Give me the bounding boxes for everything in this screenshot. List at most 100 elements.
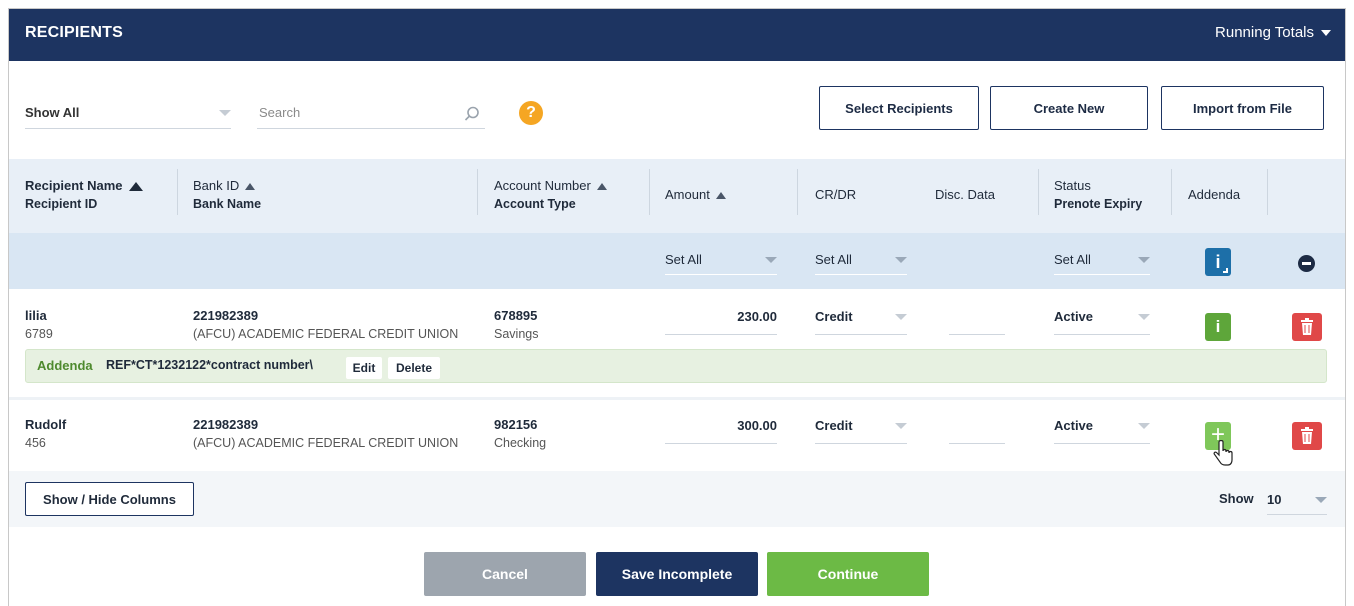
search-icon[interactable]: [463, 105, 481, 123]
column-account[interactable]: Account Number Account Type: [494, 177, 607, 213]
running-totals-label: Running Totals: [1215, 24, 1314, 41]
info-icon: i: [1215, 317, 1221, 336]
crdr-select[interactable]: Credit: [815, 307, 907, 335]
select-recipients-button[interactable]: Select Recipients: [819, 86, 979, 130]
addenda-entry: Addenda REF*CT*1232122*contract number\ …: [25, 349, 1327, 383]
recipients-panel: RECIPIENTS Running Totals Show All ? Sel…: [8, 8, 1346, 606]
amount-input[interactable]: 230.00: [665, 307, 777, 335]
recipient-cell: Rudolf 456: [25, 416, 66, 452]
account-cell: 982156 Checking: [494, 416, 546, 452]
table-row: lilia 6789 221982389 (AFCU) ACADEMIC FED…: [9, 289, 1345, 349]
table-row: Rudolf 456 221982389 (AFCU) ACADEMIC FED…: [9, 400, 1345, 470]
chevron-down-icon: [219, 109, 231, 116]
sort-icon: [715, 191, 726, 199]
import-from-file-button[interactable]: Import from File: [1161, 86, 1324, 130]
chevron-down-icon: [895, 256, 907, 263]
amount-set-all-value: Set All: [665, 252, 702, 267]
account-number: 678895: [494, 308, 538, 323]
sort-icon: [596, 182, 607, 190]
column-recipient-label: Recipient Name: [25, 178, 123, 193]
crdr-value: Credit: [815, 418, 853, 433]
column-crdr[interactable]: CR/DR: [815, 186, 856, 204]
addenda-info-button[interactable]: i: [1205, 313, 1231, 341]
recipient-cell: lilia 6789: [25, 307, 53, 343]
column-account-label: Account Number: [494, 178, 591, 193]
bank-id: 221982389: [193, 417, 259, 432]
status-select[interactable]: Active: [1054, 307, 1150, 335]
show-filter-select[interactable]: Show All: [25, 97, 231, 129]
info-icon: i: [1215, 252, 1221, 272]
set-all-row: Set All Set All Set All i: [9, 233, 1345, 289]
status-select[interactable]: Active: [1054, 416, 1150, 444]
disc-data-input[interactable]: [949, 416, 1005, 444]
column-divider: [1038, 169, 1039, 215]
column-addenda-label: Addenda: [1188, 187, 1241, 202]
column-amount[interactable]: Amount: [665, 186, 726, 204]
sort-asc-icon: [128, 181, 143, 191]
trash-icon: [1301, 318, 1313, 335]
chevron-down-icon: [1138, 423, 1150, 429]
column-status-sublabel: Prenote Expiry: [1054, 197, 1143, 211]
page-size-select[interactable]: 10: [1267, 485, 1327, 515]
column-bank-label: Bank ID: [193, 178, 240, 193]
chevron-down-icon: [1138, 314, 1150, 320]
column-disc: Disc. Data: [935, 186, 995, 204]
column-recipient[interactable]: Recipient Name Recipient ID: [25, 177, 143, 213]
column-divider: [477, 169, 478, 215]
disc-data-input[interactable]: [949, 307, 1005, 335]
column-recipient-sublabel: Recipient ID: [25, 197, 98, 211]
help-icon[interactable]: ?: [519, 101, 543, 125]
continue-button[interactable]: Continue: [767, 552, 929, 596]
search-input[interactable]: [259, 97, 449, 127]
running-totals-dropdown[interactable]: Running Totals: [1215, 24, 1331, 41]
collapse-all-icon[interactable]: [1298, 255, 1315, 272]
delete-row-button[interactable]: [1292, 313, 1322, 341]
table-footer: Show / Hide Columns Show 10: [9, 471, 1345, 527]
column-divider: [797, 169, 798, 215]
addenda-edit-button[interactable]: Edit: [346, 357, 382, 379]
page-size-value: 10: [1267, 492, 1282, 507]
account-type: Savings: [494, 327, 539, 341]
bank-cell: 221982389 (AFCU) ACADEMIC FEDERAL CREDIT…: [193, 307, 458, 343]
chevron-down-icon: [765, 256, 777, 263]
crdr-set-all-value: Set All: [815, 252, 852, 267]
recipient-id: 6789: [25, 327, 53, 341]
amount-input[interactable]: 300.00: [665, 416, 777, 444]
delete-row-button[interactable]: [1292, 422, 1322, 450]
addenda-delete-button[interactable]: Delete: [388, 357, 440, 379]
account-number: 982156: [494, 417, 538, 432]
chevron-down-icon: [895, 423, 907, 429]
cancel-button[interactable]: Cancel: [424, 552, 586, 596]
header-bar: RECIPIENTS Running Totals: [9, 9, 1345, 61]
amount-set-all-select[interactable]: Set All: [665, 245, 777, 275]
column-account-sublabel: Account Type: [494, 197, 576, 211]
account-type: Checking: [494, 436, 547, 450]
column-addenda: Addenda: [1188, 186, 1240, 204]
recipient-name: Rudolf: [25, 417, 67, 432]
recipient-name: lilia: [25, 308, 47, 323]
chevron-down-icon: [1321, 29, 1331, 36]
column-bank[interactable]: Bank ID Bank Name: [193, 177, 261, 213]
crdr-select[interactable]: Credit: [815, 416, 907, 444]
column-crdr-label: CR/DR: [815, 187, 857, 202]
status-set-all-value: Set All: [1054, 252, 1091, 267]
sort-icon: [245, 182, 256, 190]
create-new-button[interactable]: Create New: [990, 86, 1148, 130]
bank-cell: 221982389 (AFCU) ACADEMIC FEDERAL CREDIT…: [193, 416, 458, 452]
status-value: Active: [1054, 418, 1094, 433]
bank-id: 221982389: [193, 308, 259, 323]
recipient-id: 456: [25, 436, 46, 450]
addenda-info-button[interactable]: i: [1205, 248, 1231, 276]
show-hide-columns-button[interactable]: Show / Hide Columns: [25, 482, 194, 516]
show-filter-value: Show All: [25, 105, 80, 120]
status-set-all-select[interactable]: Set All: [1054, 245, 1150, 275]
search-field: [257, 97, 485, 129]
save-incomplete-button[interactable]: Save Incomplete: [596, 552, 758, 596]
chevron-down-icon: [1315, 496, 1327, 503]
crdr-value: Credit: [815, 309, 853, 324]
column-disc-label: Disc. Data: [935, 187, 995, 202]
column-amount-label: Amount: [665, 187, 710, 202]
filter-bar: Show All ? Select Recipients Create New …: [9, 61, 1345, 161]
addenda-label: Addenda: [37, 358, 93, 373]
crdr-set-all-select[interactable]: Set All: [815, 245, 907, 275]
